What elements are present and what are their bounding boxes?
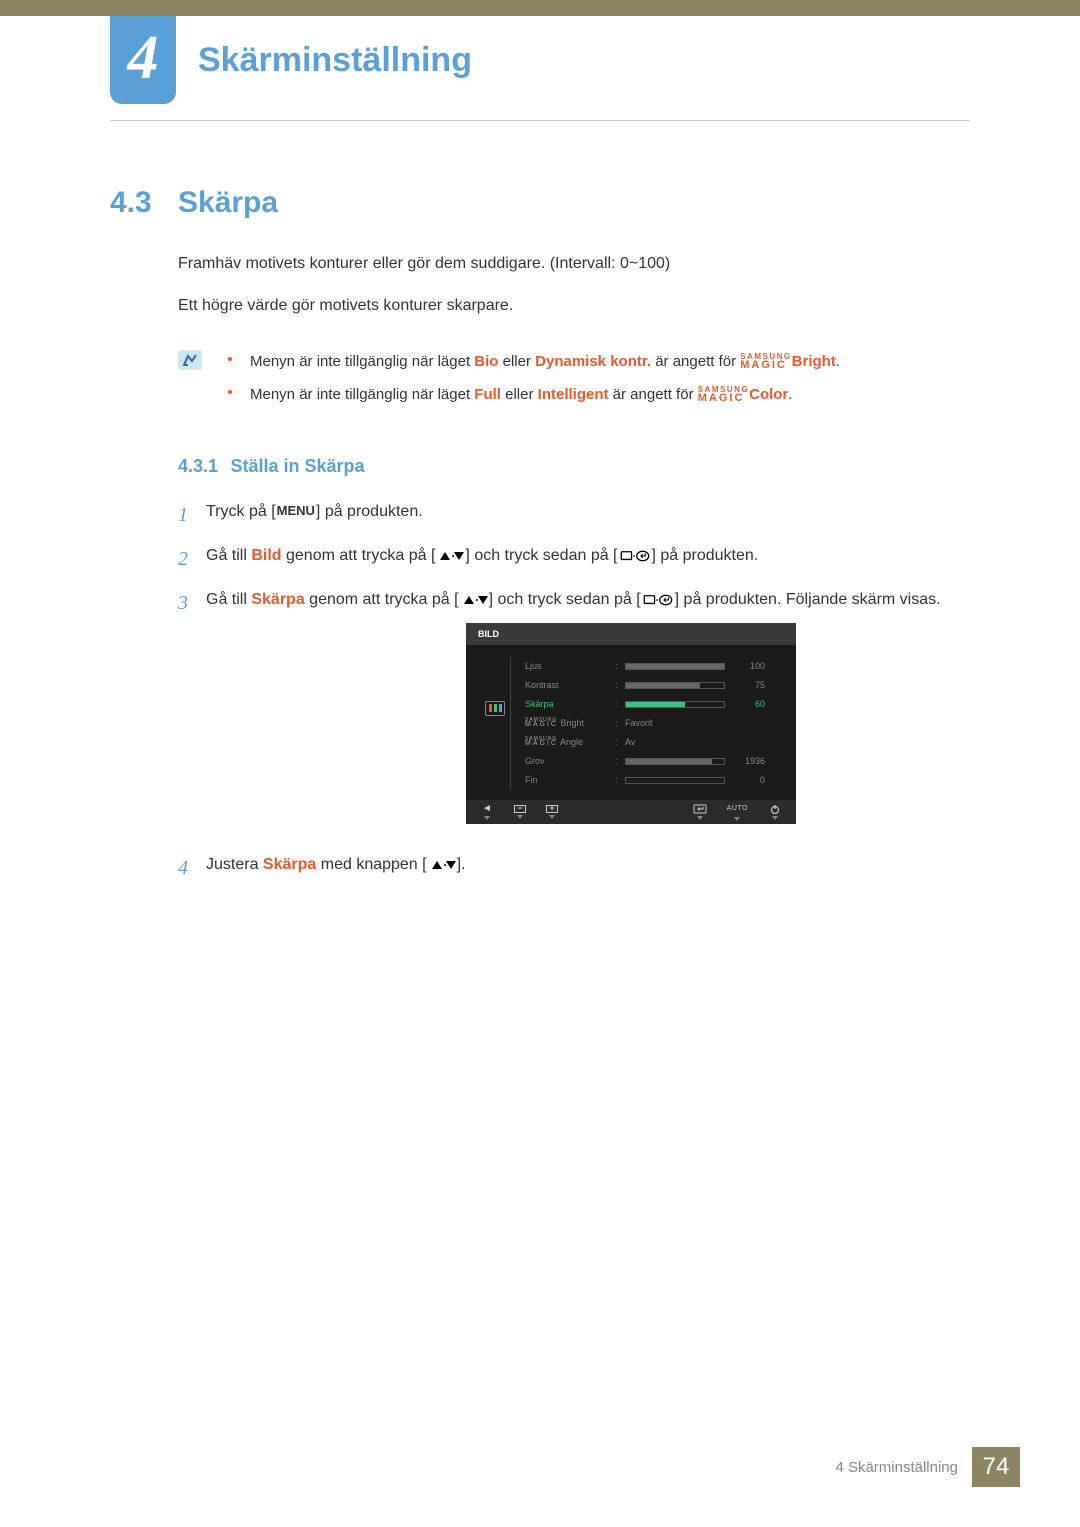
up-down-icon: [427, 859, 457, 871]
note-icon: [178, 350, 202, 370]
osd-nav-plus-icon: +: [546, 805, 558, 819]
samsung-magic-label: SAMSUNGMAGIC: [698, 386, 749, 403]
osd-row: Ljus:100: [525, 657, 782, 676]
osd-screenshot: BILD Ljus:100Kontrast:75Skärpa:60SAMSUNG…: [466, 623, 970, 824]
menu-button-label: MENU: [276, 501, 316, 522]
samsung-magic-label: SAMSUNGMAGIC: [740, 353, 791, 370]
footer-page-number: 74: [972, 1447, 1020, 1487]
chapter-number: 4: [128, 27, 159, 93]
page-footer: 4 Skärminställning 74: [835, 1447, 1020, 1487]
note-item-2: Menyn är inte tillgänglig när läget Full…: [228, 381, 840, 408]
osd-title: BILD: [466, 623, 796, 645]
osd-rows: Ljus:100Kontrast:75Skärpa:60SAMSUNGMAGIC…: [525, 657, 782, 790]
osd-nav-power-icon: [768, 804, 782, 820]
step-3: 3 Gå till Skärpa genom att trycka på [] …: [178, 587, 970, 840]
step-4: 4 Justera Skärpa med knappen [].: [178, 852, 970, 884]
osd-panel: BILD Ljus:100Kontrast:75Skärpa:60SAMSUNG…: [466, 623, 796, 824]
osd-nav-auto: AUTO: [727, 803, 748, 820]
steps-list: 1 Tryck på [MENU] på produkten. 2 Gå til…: [178, 499, 970, 884]
subsection-heading: 4.3.1 Ställa in Skärpa: [178, 456, 970, 477]
source-enter-icon: [618, 550, 652, 562]
osd-nav-back-icon: ◄: [480, 804, 494, 820]
osd-footer: ◄ − + AUTO: [466, 800, 796, 824]
section-title: Skärpa: [178, 186, 278, 220]
note-box: Menyn är inte tillgänglig när läget Bio …: [178, 348, 970, 414]
top-accent-bar: [0, 0, 1080, 16]
page-content: 4.3 Skärpa Framhäv motivets konturer ell…: [110, 186, 970, 896]
section-heading: 4.3 Skärpa: [110, 186, 970, 220]
header-divider: [110, 120, 970, 121]
source-enter-icon: [641, 594, 675, 606]
osd-row: SAMSUNGMAGIC Angle:Av: [525, 733, 782, 752]
osd-row: Grov:1936: [525, 752, 782, 771]
subsection-title: Ställa in Skärpa: [231, 456, 365, 476]
chapter-header: 4 Skärminställning: [110, 16, 472, 104]
osd-picture-icon: [485, 701, 505, 716]
up-down-icon: [435, 550, 465, 562]
osd-row: Kontrast:75: [525, 676, 782, 695]
footer-chapter-text: 4 Skärminställning: [835, 1459, 958, 1476]
intro-text-2: Ett högre värde gör motivets konturer sk…: [178, 294, 970, 318]
step-2: 2 Gå till Bild genom att trycka på [] oc…: [178, 543, 970, 575]
osd-row: SAMSUNGMAGIC Bright:Favorit: [525, 714, 782, 733]
up-down-icon: [459, 594, 489, 606]
osd-row: Skärpa:60: [525, 695, 782, 714]
note-item-1: Menyn är inte tillgänglig när läget Bio …: [228, 348, 840, 375]
chapter-badge: 4: [110, 16, 176, 104]
osd-row: Fin:0: [525, 771, 782, 790]
intro-text-1: Framhäv motivets konturer eller gör dem …: [178, 252, 970, 276]
subsection-number: 4.3.1: [178, 456, 218, 476]
note-list: Menyn är inte tillgänglig när läget Bio …: [228, 348, 840, 414]
chapter-title: Skärminställning: [198, 41, 472, 80]
osd-nav-enter-icon: [693, 804, 707, 820]
osd-nav-minus-icon: −: [514, 805, 526, 819]
section-number: 4.3: [110, 186, 178, 220]
step-1: 1 Tryck på [MENU] på produkten.: [178, 499, 970, 531]
